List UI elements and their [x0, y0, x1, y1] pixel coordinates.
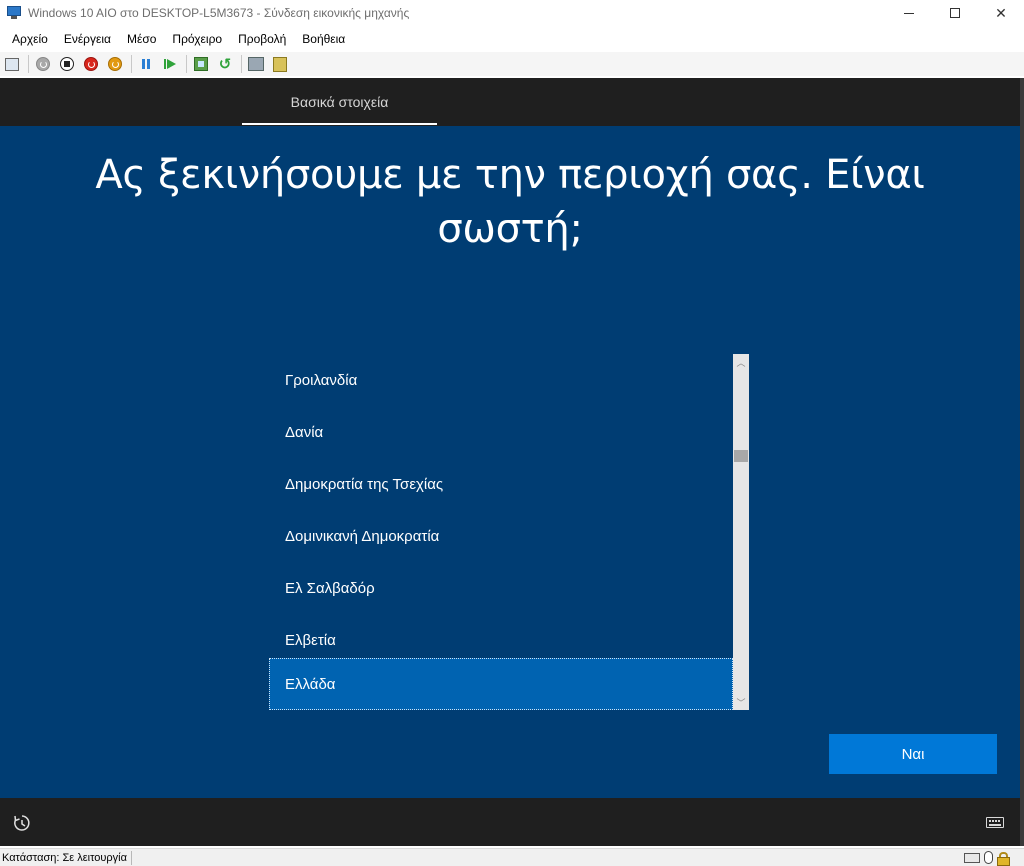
shut-down-button[interactable]	[81, 54, 101, 74]
menu-clipboard[interactable]: Πρόχειρο	[164, 32, 230, 46]
menu-help[interactable]: Βοήθεια	[294, 32, 353, 46]
revert-icon: ↺	[218, 55, 232, 73]
resume-icon	[164, 59, 176, 69]
accessibility-icon[interactable]	[12, 814, 32, 832]
oobe-header: Βασικά στοιχεία	[0, 78, 1020, 126]
page-title: Ας ξεκινήσουμε με την περιοχή σας. Είναι…	[95, 152, 925, 252]
checkpoint-icon	[194, 57, 208, 71]
keyboard-icon[interactable]	[986, 817, 1004, 828]
lock-icon	[997, 851, 1010, 866]
status-bar: Κατάσταση: Σε λειτουργία	[0, 848, 1024, 866]
start-button[interactable]	[33, 54, 53, 74]
maximize-button[interactable]	[932, 0, 978, 26]
turn-off-icon	[60, 57, 74, 71]
minimize-icon	[904, 12, 914, 14]
region-list-scrollbar[interactable]: ︿ ﹀	[733, 354, 749, 710]
chevron-down-icon: ﹀	[736, 697, 746, 708]
toolbar-separator	[28, 55, 29, 73]
yes-button[interactable]: Ναι	[829, 734, 997, 774]
save-button[interactable]	[105, 54, 125, 74]
tab-underline	[242, 123, 437, 125]
close-button[interactable]: ✕	[978, 0, 1024, 26]
oobe-footer	[0, 798, 1020, 846]
menu-media[interactable]: Μέσο	[119, 32, 164, 46]
list-item[interactable]: Ελ Σαλβαδόρ	[269, 562, 733, 614]
shut-down-icon	[84, 57, 98, 71]
mouse-icon	[984, 851, 993, 864]
status-text: Κατάσταση: Σε λειτουργία	[0, 850, 132, 865]
list-item-selected[interactable]: Ελλάδα	[269, 658, 733, 710]
tab-basics: Βασικά στοιχεία	[290, 94, 389, 110]
share-icon	[273, 56, 287, 72]
window-edge	[1020, 78, 1024, 846]
window-controls: ✕	[886, 0, 1024, 26]
ctrl-alt-del-icon	[5, 57, 19, 71]
pause-button[interactable]	[136, 54, 156, 74]
list-item[interactable]: Δημοκρατία της Τσεχίας	[269, 458, 733, 510]
list-item[interactable]: Γροιλανδία	[269, 354, 733, 406]
keyboard-capture-icon	[964, 852, 980, 863]
scroll-thumb[interactable]	[734, 450, 748, 462]
menu-file[interactable]: Αρχείο	[4, 32, 56, 46]
revert-button[interactable]: ↺	[215, 54, 235, 74]
chevron-up-icon: ︿	[736, 357, 746, 368]
enhanced-session-icon	[248, 57, 264, 71]
minimize-button[interactable]	[886, 0, 932, 26]
scroll-up-button[interactable]: ︿	[733, 354, 749, 370]
region-list[interactable]: Γροιλανδία Δανία Δημοκρατία της Τσεχίας …	[269, 354, 749, 710]
turn-off-button[interactable]	[57, 54, 77, 74]
list-item[interactable]: Δομινικανή Δημοκρατία	[269, 510, 733, 562]
toolbar-separator	[241, 55, 242, 73]
status-icons	[964, 851, 1010, 866]
scroll-down-button[interactable]: ﹀	[733, 694, 749, 710]
menu-view[interactable]: Προβολή	[230, 32, 294, 46]
share-button[interactable]	[270, 54, 290, 74]
checkpoint-button[interactable]	[191, 54, 211, 74]
save-icon	[108, 57, 122, 71]
list-item[interactable]: Δανία	[269, 406, 733, 458]
window-title-bar: Windows 10 AIO στο DESKTOP-L5M3673 - Σύν…	[0, 0, 1024, 26]
toolbar-separator	[131, 55, 132, 73]
vm-connection-icon	[6, 6, 22, 20]
menu-bar: Αρχείο Ενέργεια Μέσο Πρόχειρο Προβολή Βο…	[0, 28, 1024, 50]
menu-action[interactable]: Ενέργεια	[56, 32, 119, 46]
ctrl-alt-del-button[interactable]	[2, 54, 22, 74]
start-icon	[36, 57, 50, 71]
toolbar: ↺	[0, 52, 1024, 76]
pause-icon	[142, 59, 150, 69]
window-title: Windows 10 AIO στο DESKTOP-L5M3673 - Σύν…	[28, 6, 410, 20]
resume-button[interactable]	[160, 54, 180, 74]
close-icon: ✕	[995, 4, 1007, 21]
enhanced-session-button[interactable]	[246, 54, 266, 74]
maximize-icon	[950, 8, 960, 18]
toolbar-separator	[186, 55, 187, 73]
vm-screen[interactable]: Βασικά στοιχεία Ας ξεκινήσουμε με την πε…	[0, 78, 1020, 846]
